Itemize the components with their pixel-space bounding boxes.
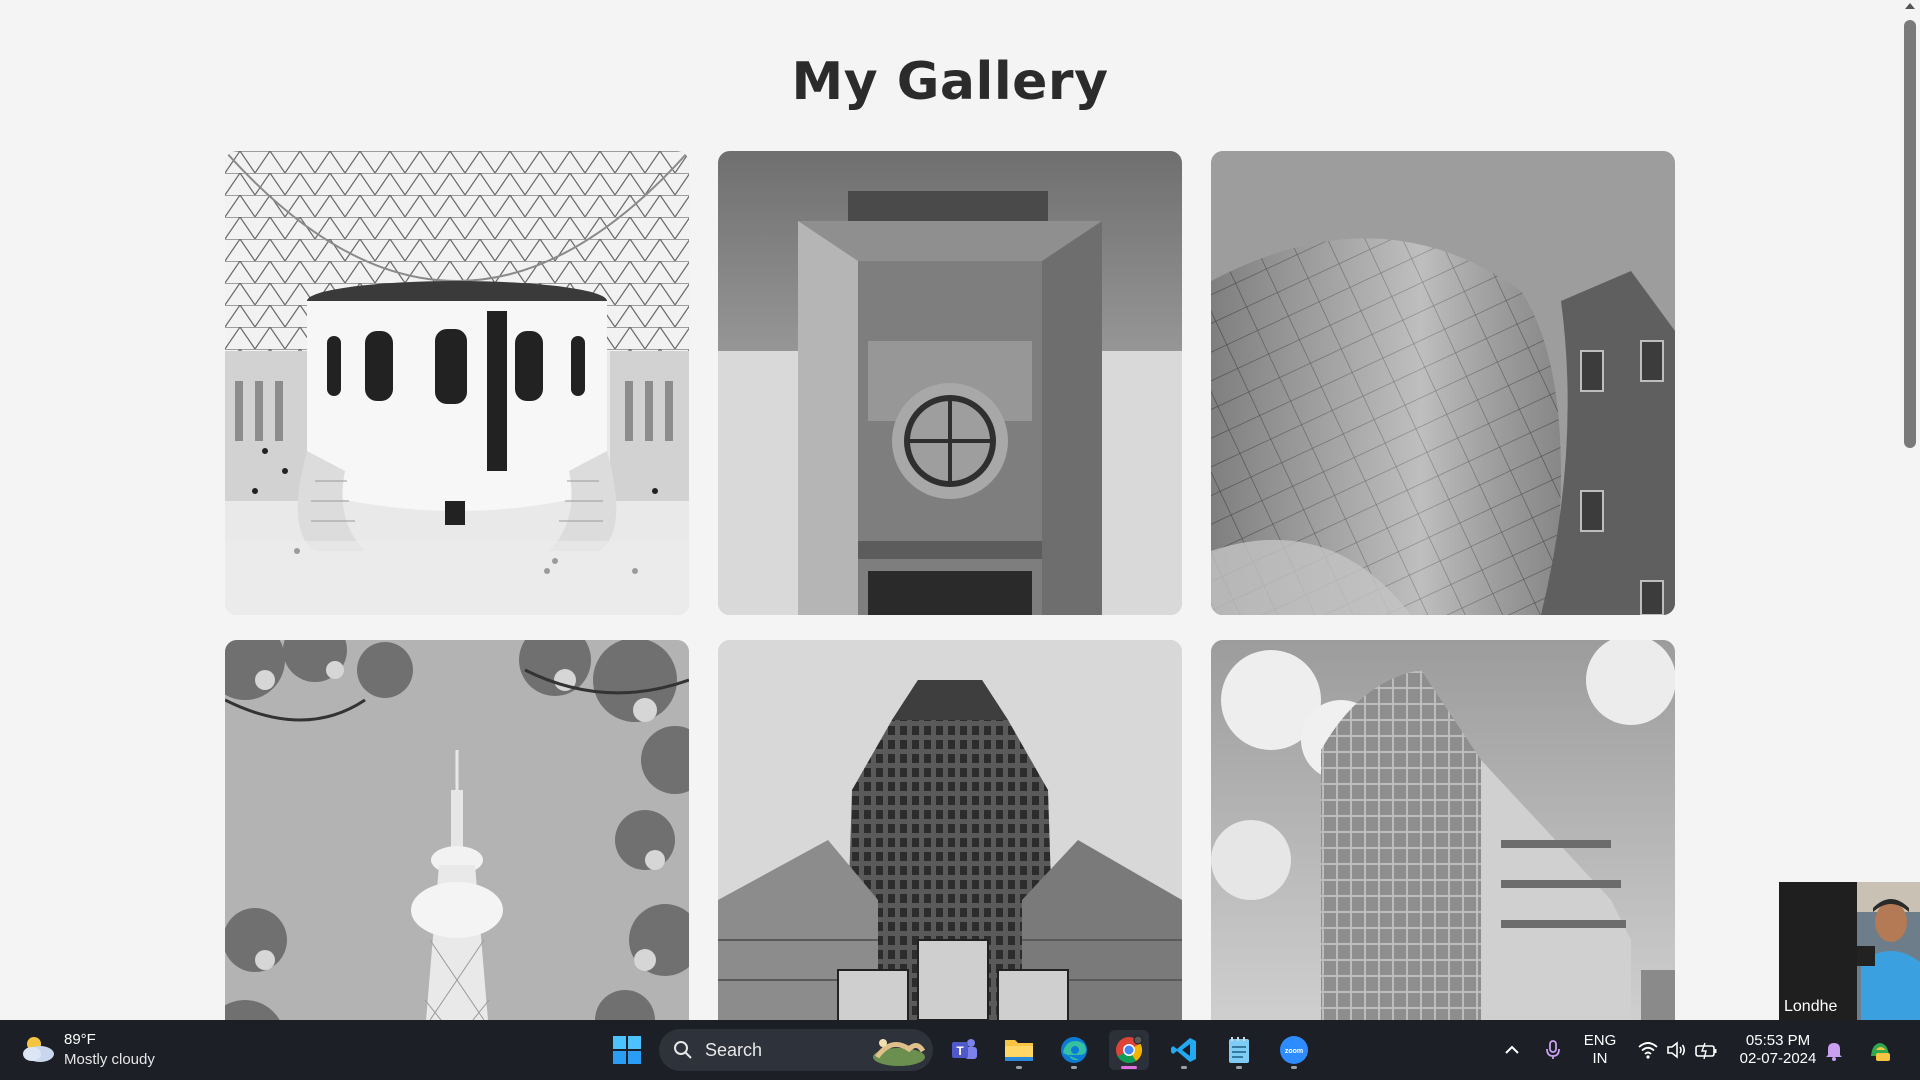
zoom-icon: zoom <box>1280 1036 1308 1064</box>
teams-icon: T <box>952 1039 977 1059</box>
running-indicator <box>1236 1066 1242 1069</box>
microphone-icon[interactable] <box>1541 1038 1565 1062</box>
input-language-indicator[interactable]: ENG IN <box>1580 1032 1620 1068</box>
gallery-image-domed-atrium[interactable] <box>225 151 689 615</box>
wifi-icon[interactable] <box>1636 1038 1660 1062</box>
weather-condition: Mostly cloudy <box>64 1051 155 1068</box>
page-title: My Gallery <box>791 52 1109 112</box>
running-indicator <box>1016 1066 1022 1069</box>
gallery-page: My Gallery <box>0 0 1900 1020</box>
search-label: Search <box>705 1040 763 1060</box>
copilot-preview-icon[interactable] <box>1868 1038 1892 1062</box>
taskbar-search-box[interactable]: Search <box>659 1029 933 1071</box>
gallery-image-glass-office-building[interactable] <box>1211 640 1675 1020</box>
notepad-icon <box>1229 1037 1249 1063</box>
cloudy-weather-icon <box>23 1037 54 1062</box>
zoom-app-button[interactable]: zoom <box>1274 1030 1314 1070</box>
running-indicator <box>1181 1066 1187 1069</box>
taskbar: 89°F Mostly cloudy Search T zoom ENG IN … <box>0 1020 1920 1080</box>
scrollbar-thumb[interactable] <box>1904 20 1916 448</box>
clock-time: 05:53 PM <box>1745 1032 1811 1049</box>
page-scrollbar[interactable] <box>1900 0 1920 1020</box>
gallery-image-curved-metal-facade[interactable] <box>1211 151 1675 615</box>
gallery-image-round-window-facade[interactable] <box>718 151 1182 615</box>
edge-app-button[interactable] <box>1054 1030 1094 1070</box>
notification-bell-icon[interactable] <box>1822 1038 1846 1062</box>
running-indicator <box>1071 1066 1077 1069</box>
gallery-grid <box>225 151 1675 1020</box>
show-hidden-icons-chevron-up-icon[interactable] <box>1500 1038 1524 1062</box>
participant-name: Londhe <box>1784 998 1838 1015</box>
teams-app-button[interactable]: T <box>944 1030 984 1070</box>
running-indicator <box>1291 1066 1297 1069</box>
edge-icon <box>1061 1037 1087 1063</box>
vscode-app-button[interactable] <box>1164 1030 1204 1070</box>
gallery-image-tv-tower-blossoms[interactable] <box>225 640 689 1020</box>
chrome-app-button[interactable] <box>1109 1030 1149 1070</box>
scroll-up-arrow-icon[interactable] <box>1905 3 1915 9</box>
gallery-image-stepped-skyscraper[interactable] <box>718 640 1182 1020</box>
svg-text:zoom: zoom <box>1285 1048 1303 1055</box>
region-code: IN <box>1592 1050 1608 1067</box>
language-code: ENG <box>1583 1032 1617 1049</box>
vscode-icon <box>1171 1038 1196 1062</box>
battery-icon[interactable] <box>1694 1038 1718 1062</box>
clock-date: 02-07-2024 <box>1739 1050 1817 1067</box>
clock[interactable]: 05:53 PM 02-07-2024 <box>1728 1032 1828 1068</box>
file-explorer-app-button[interactable] <box>999 1030 1039 1070</box>
weather-temperature: 89°F <box>64 1031 96 1048</box>
participant-video-icon <box>1857 882 1920 1020</box>
file-explorer-icon <box>1005 1040 1033 1061</box>
volume-icon[interactable] <box>1665 1038 1689 1062</box>
windows-logo-icon <box>613 1036 641 1064</box>
active-app-indicator <box>1121 1066 1137 1069</box>
search-highlight-art-icon <box>873 1039 926 1066</box>
chrome-icon <box>1116 1035 1143 1064</box>
notepad-app-button[interactable] <box>1219 1030 1259 1070</box>
weather-widget[interactable]: 89°F Mostly cloudy <box>20 1030 170 1072</box>
svg-text:T: T <box>956 1044 964 1058</box>
video-call-overlay[interactable]: Londhe <box>1779 882 1920 1020</box>
start-button[interactable] <box>607 1030 647 1070</box>
search-icon <box>674 1041 692 1059</box>
